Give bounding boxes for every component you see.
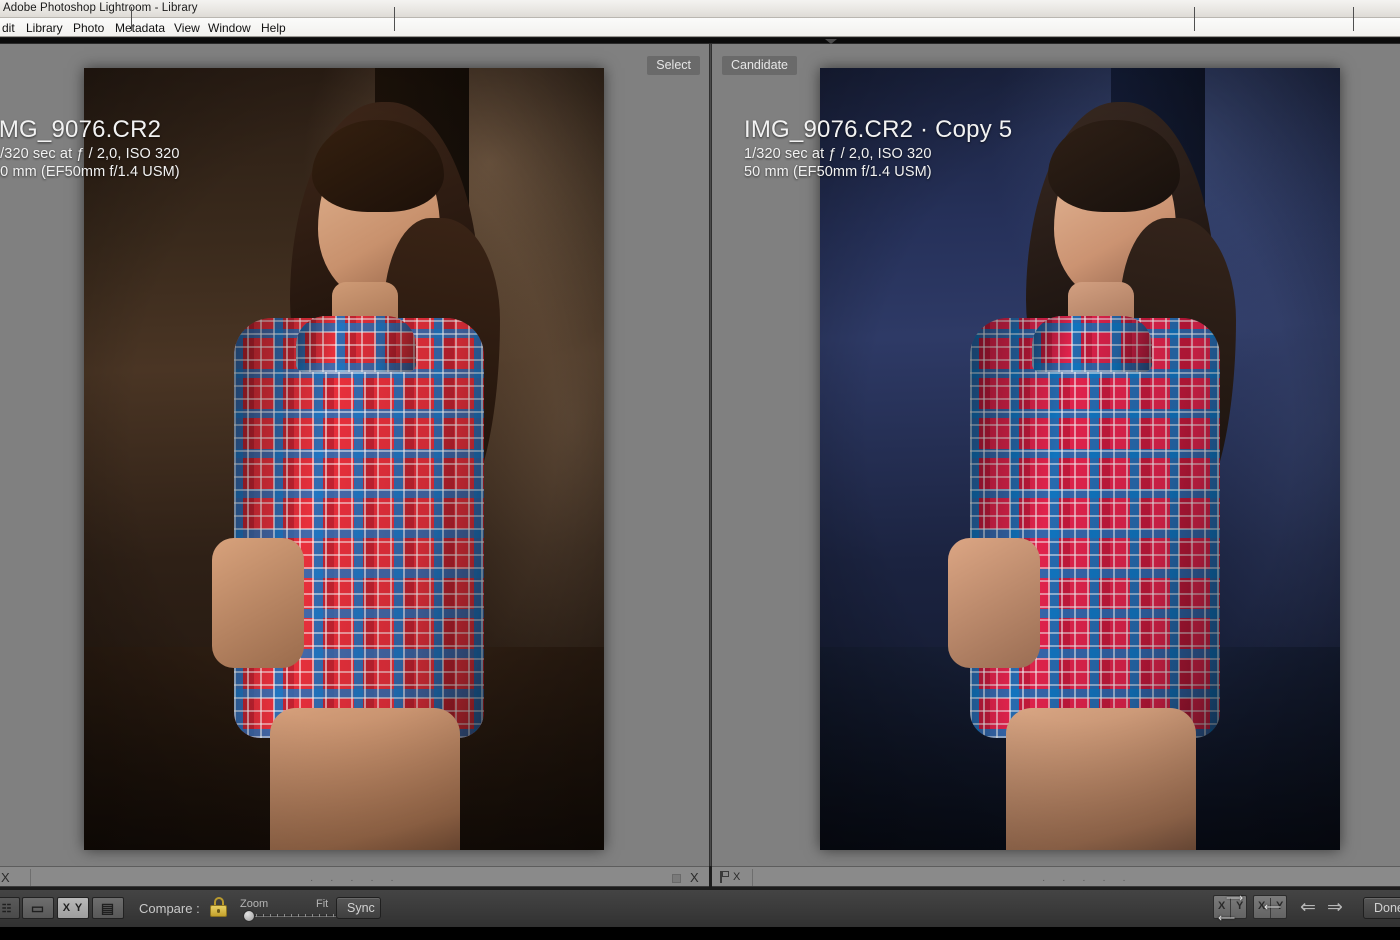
arrow-up-right-icon: ⟶ [1226,893,1243,903]
lightroom-window: Adobe Photoshop Lightroom - Library dit … [0,0,1400,940]
photo-vignette [820,68,1340,850]
candidate-rating-dots[interactable]: · · · · · [1042,875,1133,886]
menu-item-photo[interactable]: Photo [71,21,106,35]
select-lens: 50 mm (EF50mm f/1.4 USM) [0,164,180,180]
select-badge: Select [647,56,700,75]
select-exposure: 1/320 sec at ƒ / 2,0, ISO 320 [0,146,180,162]
window-title: Adobe Photoshop Lightroom - Library [3,2,198,14]
previous-photo-arrow[interactable]: ⇐ [1300,898,1316,917]
toolbar-divider [30,869,31,886]
select-reject-flag-icon[interactable]: X [690,870,699,885]
photo-vignette [84,68,604,850]
arrow-down-left-icon: ⟵ [1218,913,1235,923]
zoom-slider[interactable] [243,912,349,919]
candidate-reject-icon[interactable]: X [733,870,740,885]
candidate-filename: IMG_9076.CR2 · Copy 5 [732,116,1012,144]
toolbar-divider [394,7,395,31]
menu-item-metadata[interactable]: Metadata [113,21,167,35]
compare-label: Compare : [139,901,200,916]
candidate-lens: 50 mm (EF50mm f/1.4 USM) [732,164,1012,180]
survey-view-icon[interactable]: ▤ [92,897,124,919]
watermark-text: LETOHIN.LIVEJOURNAL.COM [0,927,1400,940]
select-rating-dots[interactable]: · · · · · [310,875,401,886]
sync-button[interactable]: Sync [336,897,381,919]
candidate-photo-info: IMG_9076.CR2 · Copy 5 1/320 sec at ƒ / 2… [732,116,1012,180]
toolbar-divider [1353,7,1354,31]
survey-icon-glyph: ▤ [101,900,115,917]
compare-stage: Select [0,44,1400,866]
toolbar-divider [1194,7,1195,31]
candidate-exposure: 1/320 sec at ƒ / 2,0, ISO 320 [732,146,1012,162]
make-select-icon[interactable]: X Y ⟵ [1253,895,1287,919]
arrow-left-icon: ⟵ [1264,902,1281,912]
compare-icon-glyph: X Y [63,902,84,914]
menu-item-window[interactable]: Window [206,21,253,35]
menu-item-library[interactable]: Library [24,21,65,35]
candidate-photo-toolbar: X · · · · · [712,866,1400,887]
grid-icon-glyph: ☷ [2,902,13,915]
window-title-bar: Adobe Photoshop Lightroom - Library [0,0,1400,18]
next-photo-arrow[interactable]: ⇒ [1327,898,1343,917]
candidate-badge: Candidate [722,56,797,75]
zoom-label: Zoom [240,898,268,910]
grid-view-icon[interactable]: ☷ [0,897,20,919]
select-photo-info: IMG_9076.CR2 1/320 sec at ƒ / 2,0, ISO 3… [0,116,180,180]
toolbar-divider [131,7,132,31]
zoom-value: Fit [316,898,328,910]
menu-item-view[interactable]: View [172,21,202,35]
select-photo[interactable] [84,68,604,850]
zoom-slider-ticks [249,914,343,917]
zoom-slider-handle[interactable] [243,910,255,922]
done-button[interactable]: Done [1363,897,1400,919]
candidate-flag-icon[interactable] [720,871,729,883]
toolbar-divider [752,869,753,886]
watermark-strip: LETOHIN.LIVEJOURNAL.COM [0,927,1400,940]
menu-item-help[interactable]: Help [259,21,288,35]
loupe-icon-glyph: ▭ [31,900,45,917]
candidate-photo[interactable] [820,68,1340,850]
menu-item-edit[interactable]: dit [0,21,17,35]
compare-view-icon[interactable]: X Y [57,897,89,919]
select-color-label-swatch[interactable] [672,874,681,883]
loupe-view-icon[interactable]: ▭ [22,897,54,919]
swap-photos-icon[interactable]: X Y ⟶ ⟵ [1213,895,1247,919]
candidate-pane[interactable]: Candidate [712,44,1400,866]
select-reject-icon[interactable]: X [1,870,10,885]
zoom-lock-icon[interactable] [210,897,227,917]
select-filename: IMG_9076.CR2 [0,116,180,144]
select-pane[interactable]: Select [0,44,709,866]
select-photo-toolbar: X · · · · · X [0,866,709,887]
menu-bar: dit Library Photo Metadata View Window H… [0,18,1400,37]
